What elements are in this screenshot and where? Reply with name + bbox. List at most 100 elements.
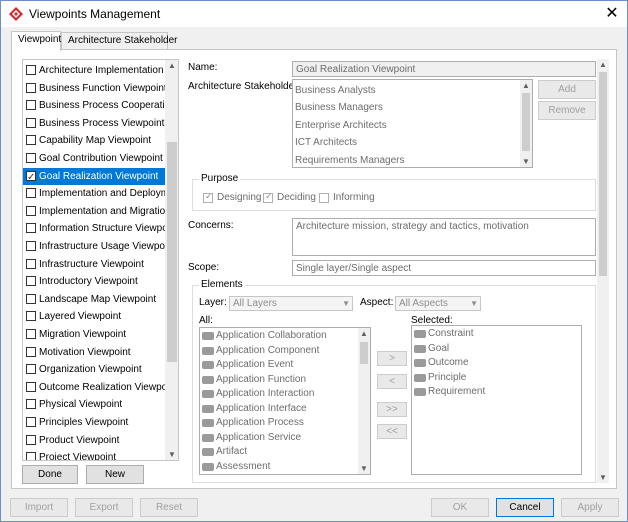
viewpoint-item[interactable]: Business Process Cooperation ... [23,97,165,115]
viewpoint-item[interactable]: Product Viewpoint [23,432,165,450]
list-item[interactable]: Outcome [414,356,469,370]
scroll-up-icon[interactable]: ▲ [520,81,532,90]
viewpoint-checkbox[interactable] [26,169,36,185]
viewpoint-checkbox[interactable] [26,417,36,427]
viewpoint-item[interactable]: Migration Viewpoint [23,326,165,344]
viewpoint-checkbox[interactable] [26,153,36,163]
scroll-thumb[interactable] [522,93,530,151]
tab-viewpoint[interactable]: Viewpoint [11,31,61,51]
add-element-button[interactable]: > [377,351,407,366]
viewpoint-checkbox[interactable] [26,223,36,234]
remove-all-elements-button[interactable]: << [377,424,407,439]
export-button[interactable]: Export [75,498,133,517]
scroll-thumb[interactable] [167,142,177,362]
list-item[interactable]: Application Interaction [202,387,314,401]
viewpoint-checkbox[interactable] [26,311,36,322]
designing-checkbox[interactable]: Designing [203,191,261,203]
list-item[interactable]: Constraint [414,327,474,341]
stakeholders-scrollbar[interactable]: ▲ ▼ [520,80,532,167]
close-icon[interactable]: ✕ [601,3,623,25]
deciding-checkbox[interactable]: Deciding [263,191,316,203]
list-item[interactable]: Business Analysts [295,85,376,96]
ok-button[interactable]: OK [431,498,489,517]
scroll-up-icon[interactable]: ▲ [358,329,370,338]
viewpoint-item[interactable]: Introductory Viewpoint [23,273,165,291]
informing-checkbox[interactable]: Informing [319,192,375,203]
scroll-thumb[interactable] [599,72,607,276]
list-item[interactable]: Enterprise Architects [295,120,387,131]
cancel-button[interactable]: Cancel [496,498,554,517]
list-item[interactable]: Requirements Managers [295,155,405,166]
reset-button[interactable]: Reset [140,498,198,517]
viewpoint-checkbox[interactable] [26,82,36,93]
viewpoint-checkbox[interactable] [26,434,36,445]
viewpoint-checkbox[interactable] [26,293,36,304]
layer-dropdown[interactable]: All Layers ▼ [229,296,353,311]
viewpoint-checkbox[interactable] [26,100,36,111]
list-item[interactable]: Application Service [202,431,301,445]
viewpoint-item[interactable]: Information Structure Viewpoint [23,220,165,238]
concerns-field[interactable]: Architecture mission, strategy and tacti… [292,218,596,256]
viewpoint-checkbox[interactable] [26,205,36,216]
viewpoint-checkbox[interactable] [26,381,36,392]
viewpoint-item[interactable]: Infrastructure Viewpoint [23,256,165,274]
scroll-down-icon[interactable]: ▼ [358,464,370,473]
viewpoint-checkbox[interactable] [26,364,36,375]
viewpoint-item[interactable]: Principles Viewpoint [23,414,165,432]
viewpoint-checkbox[interactable] [26,452,36,460]
viewpoint-checkbox[interactable] [26,135,36,146]
scroll-down-icon[interactable]: ▼ [597,473,609,482]
list-item[interactable]: Assessment [202,460,270,474]
list-item[interactable]: Artifact [202,445,247,459]
form-scrollbar[interactable]: ▲ ▼ [597,59,609,483]
list-item[interactable]: Application Component [202,344,319,358]
viewpoint-checkbox[interactable] [26,241,36,251]
viewpoint-item[interactable]: Physical Viewpoint [23,396,165,414]
scroll-up-icon[interactable]: ▲ [597,60,609,69]
list-item[interactable]: Application Function [202,373,306,387]
viewpoint-list-scrollbar[interactable]: ▲ ▼ [165,60,178,460]
viewpoint-checkbox[interactable] [26,188,36,199]
viewpoint-item[interactable]: Goal Realization Viewpoint [23,167,165,186]
viewpoint-item[interactable]: Organization Viewpoint [23,361,165,379]
viewpoint-item[interactable]: Motivation Viewpoint [23,344,165,362]
viewpoint-item[interactable]: Implementation and Migration ... [23,203,165,221]
viewpoint-checkbox[interactable] [26,276,36,287]
list-item[interactable]: Application Interface [202,402,307,416]
scroll-down-icon[interactable]: ▼ [520,157,532,166]
viewpoint-item[interactable]: Landscape Map Viewpoint [23,291,165,309]
viewpoint-item[interactable]: Capability Map Viewpoint [23,132,165,150]
viewpoint-item[interactable]: Outcome Realization Viewpoint [23,379,165,397]
viewpoint-checkbox[interactable] [26,65,36,75]
add-stakeholder-button[interactable]: Add [538,80,596,99]
list-item[interactable]: Requirement [414,385,485,399]
viewpoint-item[interactable]: Infrastructure Usage Viewpoint [23,238,165,256]
done-button[interactable]: Done [22,465,78,484]
list-item[interactable]: Application Collaboration [202,329,327,343]
viewpoint-item[interactable]: Project Viewpoint [23,449,165,460]
list-item[interactable]: ICT Architects [295,137,357,148]
new-button[interactable]: New [86,465,144,484]
import-button[interactable]: Import [10,498,68,517]
viewpoint-checkbox[interactable] [26,329,36,339]
viewpoint-checkbox[interactable] [26,258,36,269]
apply-button[interactable]: Apply [561,498,619,517]
name-field[interactable]: Goal Realization Viewpoint [292,61,596,77]
remove-element-button[interactable]: < [377,374,407,389]
scroll-up-icon[interactable]: ▲ [166,61,178,70]
viewpoint-item[interactable]: Business Function Viewpoint [23,80,165,98]
scroll-down-icon[interactable]: ▼ [166,450,178,459]
viewpoint-item[interactable]: Business Process Viewpoint [23,115,165,133]
viewpoint-checkbox[interactable] [26,399,36,410]
scope-field[interactable]: Single layer/Single aspect [292,260,596,276]
viewpoint-item[interactable]: Layered Viewpoint [23,308,165,326]
remove-stakeholder-button[interactable]: Remove [538,101,596,120]
tab-architecture-stakeholder[interactable]: Architecture Stakeholder [61,32,178,50]
viewpoint-item[interactable]: Architecture Implementation a... [23,62,165,80]
list-item[interactable]: Goal [414,342,449,356]
list-item[interactable]: Application Event [202,358,293,372]
aspect-dropdown[interactable]: All Aspects ▼ [395,296,481,311]
viewpoint-checkbox[interactable] [26,346,36,357]
list-item[interactable]: Application Process [202,416,304,430]
scroll-thumb[interactable] [360,342,368,364]
